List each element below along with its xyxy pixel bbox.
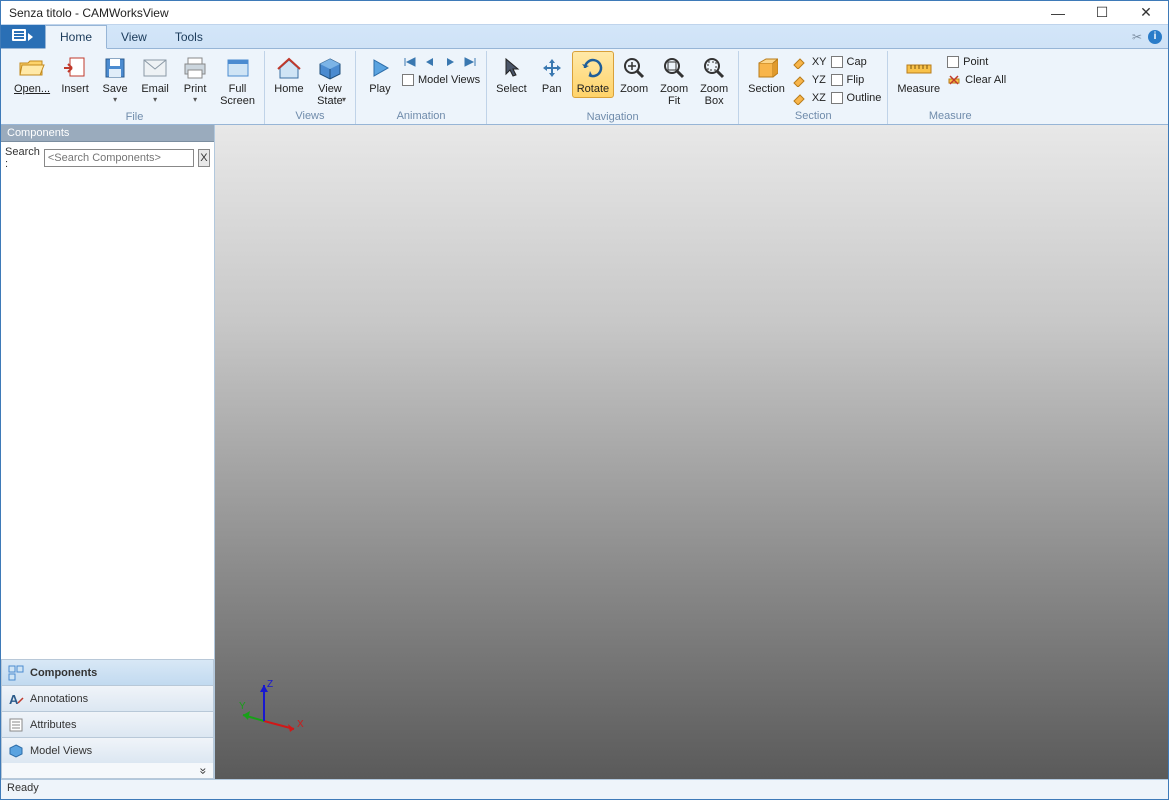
3d-viewport[interactable]: X Y Z xyxy=(215,125,1168,779)
zoom-icon xyxy=(619,54,649,82)
xz-plane-button[interactable]: XZ xyxy=(792,89,827,106)
help-icon[interactable]: i xyxy=(1148,30,1162,44)
fullscreen-button[interactable]: Full Screen xyxy=(215,51,260,110)
group-label-animation: Animation xyxy=(360,109,482,124)
ribbon: Open... Insert Save▾ Email▾ Print▾ Full … xyxy=(1,49,1168,125)
attributes-icon xyxy=(8,717,24,733)
home-view-button[interactable]: Home xyxy=(269,51,309,98)
print-icon xyxy=(180,54,210,82)
fullscreen-icon xyxy=(223,54,253,82)
svg-text:A: A xyxy=(9,692,19,707)
search-label: Search : xyxy=(5,146,40,170)
xy-plane-button[interactable]: XY xyxy=(792,53,827,70)
group-navigation: Select Pan Rotate Zoom Zoom Fit Zoom Box… xyxy=(487,51,739,124)
file-menu-button[interactable] xyxy=(1,25,45,48)
open-button[interactable]: Open... xyxy=(9,51,55,98)
save-icon xyxy=(100,54,130,82)
point-check[interactable]: Point xyxy=(947,53,1006,70)
panel-header: Components xyxy=(1,125,214,142)
group-animation: Play Model Views Animation xyxy=(356,51,487,124)
zoom-fit-icon xyxy=(659,54,689,82)
tab-home[interactable]: Home xyxy=(45,25,107,49)
email-button[interactable]: Email▾ xyxy=(135,51,175,107)
sidebar-tab-modelviews[interactable]: Model Views xyxy=(1,737,214,763)
group-file: Open... Insert Save▾ Email▾ Print▾ Full … xyxy=(5,51,265,124)
play-button[interactable]: Play xyxy=(360,51,400,98)
components-icon xyxy=(8,665,24,681)
skip-start-icon[interactable] xyxy=(402,55,418,69)
svg-text:Y: Y xyxy=(239,701,246,712)
sidebar-tab-annotations[interactable]: AAnnotations xyxy=(1,685,214,711)
search-input[interactable] xyxy=(44,149,194,167)
group-label-file: File xyxy=(9,110,260,125)
insert-button[interactable]: Insert xyxy=(55,51,95,98)
print-button[interactable]: Print▾ xyxy=(175,51,215,107)
email-icon xyxy=(140,54,170,82)
skip-end-icon[interactable] xyxy=(462,55,478,69)
sidebar-tab-attributes[interactable]: Attributes xyxy=(1,711,214,737)
group-measure: Measure Point Clear All Measure xyxy=(888,51,1012,124)
rotate-button[interactable]: Rotate xyxy=(572,51,614,98)
zoom-box-icon xyxy=(699,54,729,82)
measure-button[interactable]: Measure xyxy=(892,51,945,98)
pan-icon xyxy=(537,54,567,82)
save-button[interactable]: Save▾ xyxy=(95,51,135,107)
section-icon xyxy=(751,54,781,82)
outline-check[interactable]: Outline xyxy=(831,89,882,106)
cube-icon xyxy=(315,54,345,82)
yz-plane-button[interactable]: YZ xyxy=(792,71,827,88)
maximize-button[interactable]: ☐ xyxy=(1080,1,1124,25)
svg-text:Z: Z xyxy=(267,679,273,690)
pan-button[interactable]: Pan xyxy=(532,51,572,98)
minimize-button[interactable]: — xyxy=(1036,1,1080,25)
rotate-icon xyxy=(578,54,608,82)
tab-view[interactable]: View xyxy=(107,25,161,48)
group-views: Home View State▾ Views xyxy=(265,51,356,124)
ruler-icon xyxy=(904,54,934,82)
zoom-fit-button[interactable]: Zoom Fit xyxy=(654,51,694,110)
section-button[interactable]: Section xyxy=(743,51,790,98)
group-label-measure: Measure xyxy=(892,109,1008,124)
view-state-button[interactable]: View State▾ xyxy=(309,51,351,107)
tools-icon[interactable]: ✂ xyxy=(1132,30,1142,44)
cap-check[interactable]: Cap xyxy=(831,53,882,70)
svg-text:X: X xyxy=(297,719,304,730)
title-bar: Senza titolo - CAMWorksView — ☐ ✕ xyxy=(1,1,1168,25)
annotations-icon: A xyxy=(8,691,24,707)
select-button[interactable]: Select xyxy=(491,51,532,98)
play-icon xyxy=(365,54,395,82)
status-bar: Ready xyxy=(1,779,1168,799)
sidebar-tab-components[interactable]: Components xyxy=(1,659,214,685)
animation-step-controls[interactable] xyxy=(402,53,480,70)
group-label-views: Views xyxy=(269,109,351,124)
open-folder-icon xyxy=(17,54,47,82)
search-clear-button[interactable]: X xyxy=(198,149,210,167)
model-views-check[interactable]: Model Views xyxy=(402,71,480,88)
group-label-navigation: Navigation xyxy=(491,110,734,125)
group-label-section: Section xyxy=(743,109,883,124)
cursor-icon xyxy=(496,54,526,82)
menu-bar: Home View Tools ✂ i xyxy=(1,25,1168,49)
flip-check[interactable]: Flip xyxy=(831,71,882,88)
step-back-icon[interactable] xyxy=(422,55,438,69)
axis-triad: X Y Z xyxy=(239,679,309,739)
clearall-button[interactable]: Clear All xyxy=(947,71,1006,88)
modelviews-icon xyxy=(8,743,24,759)
home-icon xyxy=(274,54,304,82)
component-tree xyxy=(1,174,214,659)
close-button[interactable]: ✕ xyxy=(1124,1,1168,25)
zoom-button[interactable]: Zoom xyxy=(614,51,654,98)
group-section: Section XY YZ XZ Cap Flip Outline Sectio… xyxy=(739,51,888,124)
insert-icon xyxy=(60,54,90,82)
sidebar-expander[interactable]: » xyxy=(1,763,214,779)
zoom-box-button[interactable]: Zoom Box xyxy=(694,51,734,110)
window-title: Senza titolo - CAMWorksView xyxy=(9,6,169,20)
sidebar: Components Search : X Components AAnnota… xyxy=(1,125,215,779)
step-fwd-icon[interactable] xyxy=(442,55,458,69)
tab-tools[interactable]: Tools xyxy=(161,25,217,48)
